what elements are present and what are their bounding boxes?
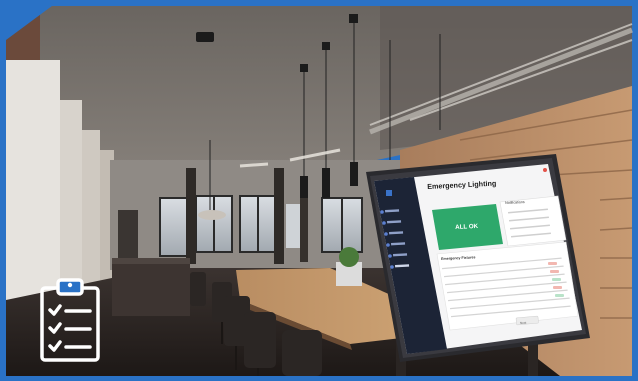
scene: Emergency Lighting ALL OK Notifications … [0,0,638,381]
status-ok-label[interactable]: ALL OK [455,223,478,231]
clipboard-checklist-icon [40,278,100,362]
footer-next-label[interactable]: Next [520,321,526,325]
